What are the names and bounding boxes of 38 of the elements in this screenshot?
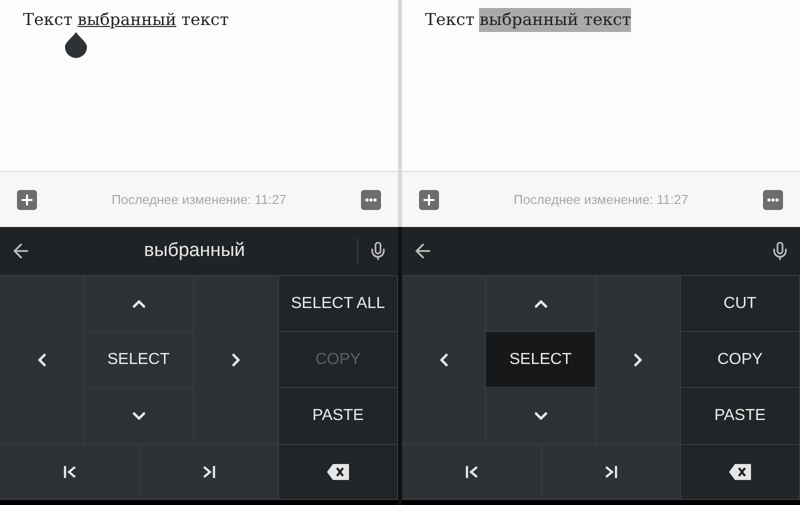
selected-text: выбранный bbox=[77, 9, 176, 31]
jump-start-key[interactable] bbox=[402, 445, 542, 500]
selected-text: выбранный текст bbox=[479, 8, 632, 32]
add-button[interactable] bbox=[419, 190, 439, 210]
action-key[interactable]: CUT bbox=[681, 276, 800, 332]
more-icon bbox=[766, 198, 779, 202]
jump-start-icon bbox=[62, 464, 78, 480]
action-key[interactable]: SELECT ALL bbox=[279, 276, 398, 332]
select-key[interactable]: SELECT bbox=[486, 332, 596, 388]
editor-text: текст bbox=[181, 9, 229, 31]
add-button[interactable] bbox=[17, 190, 37, 210]
more-icon bbox=[364, 198, 377, 202]
down-key[interactable] bbox=[486, 388, 596, 445]
backspace-icon bbox=[729, 464, 751, 480]
editor-text: Текст bbox=[425, 9, 474, 31]
backspace-key[interactable] bbox=[681, 445, 800, 500]
left-key[interactable] bbox=[0, 276, 84, 445]
backspace-key[interactable] bbox=[279, 445, 398, 500]
editor-text: Текст bbox=[23, 9, 72, 31]
down-key[interactable] bbox=[84, 388, 194, 445]
jump-end-icon bbox=[603, 464, 619, 480]
up-key[interactable] bbox=[486, 276, 596, 332]
last-modified-status: Последнее изменение: 11:27 bbox=[112, 192, 286, 207]
action-key[interactable]: PASTE bbox=[681, 388, 800, 445]
last-modified-status: Последнее изменение: 11:27 bbox=[514, 192, 688, 207]
more-button[interactable] bbox=[360, 190, 381, 210]
more-button[interactable] bbox=[762, 190, 783, 210]
plus-icon bbox=[421, 192, 437, 208]
jump-end-icon bbox=[201, 464, 217, 480]
jump-start-icon bbox=[464, 464, 480, 480]
plus-icon bbox=[19, 192, 35, 208]
up-key[interactable] bbox=[84, 276, 194, 332]
select-key[interactable]: SELECT bbox=[84, 332, 194, 388]
cursor-handle[interactable] bbox=[65, 32, 87, 58]
action-key[interactable]: COPY bbox=[681, 332, 800, 388]
jump-start-key[interactable] bbox=[0, 445, 140, 500]
backspace-icon bbox=[327, 464, 349, 480]
action-key[interactable]: PASTE bbox=[279, 388, 398, 445]
